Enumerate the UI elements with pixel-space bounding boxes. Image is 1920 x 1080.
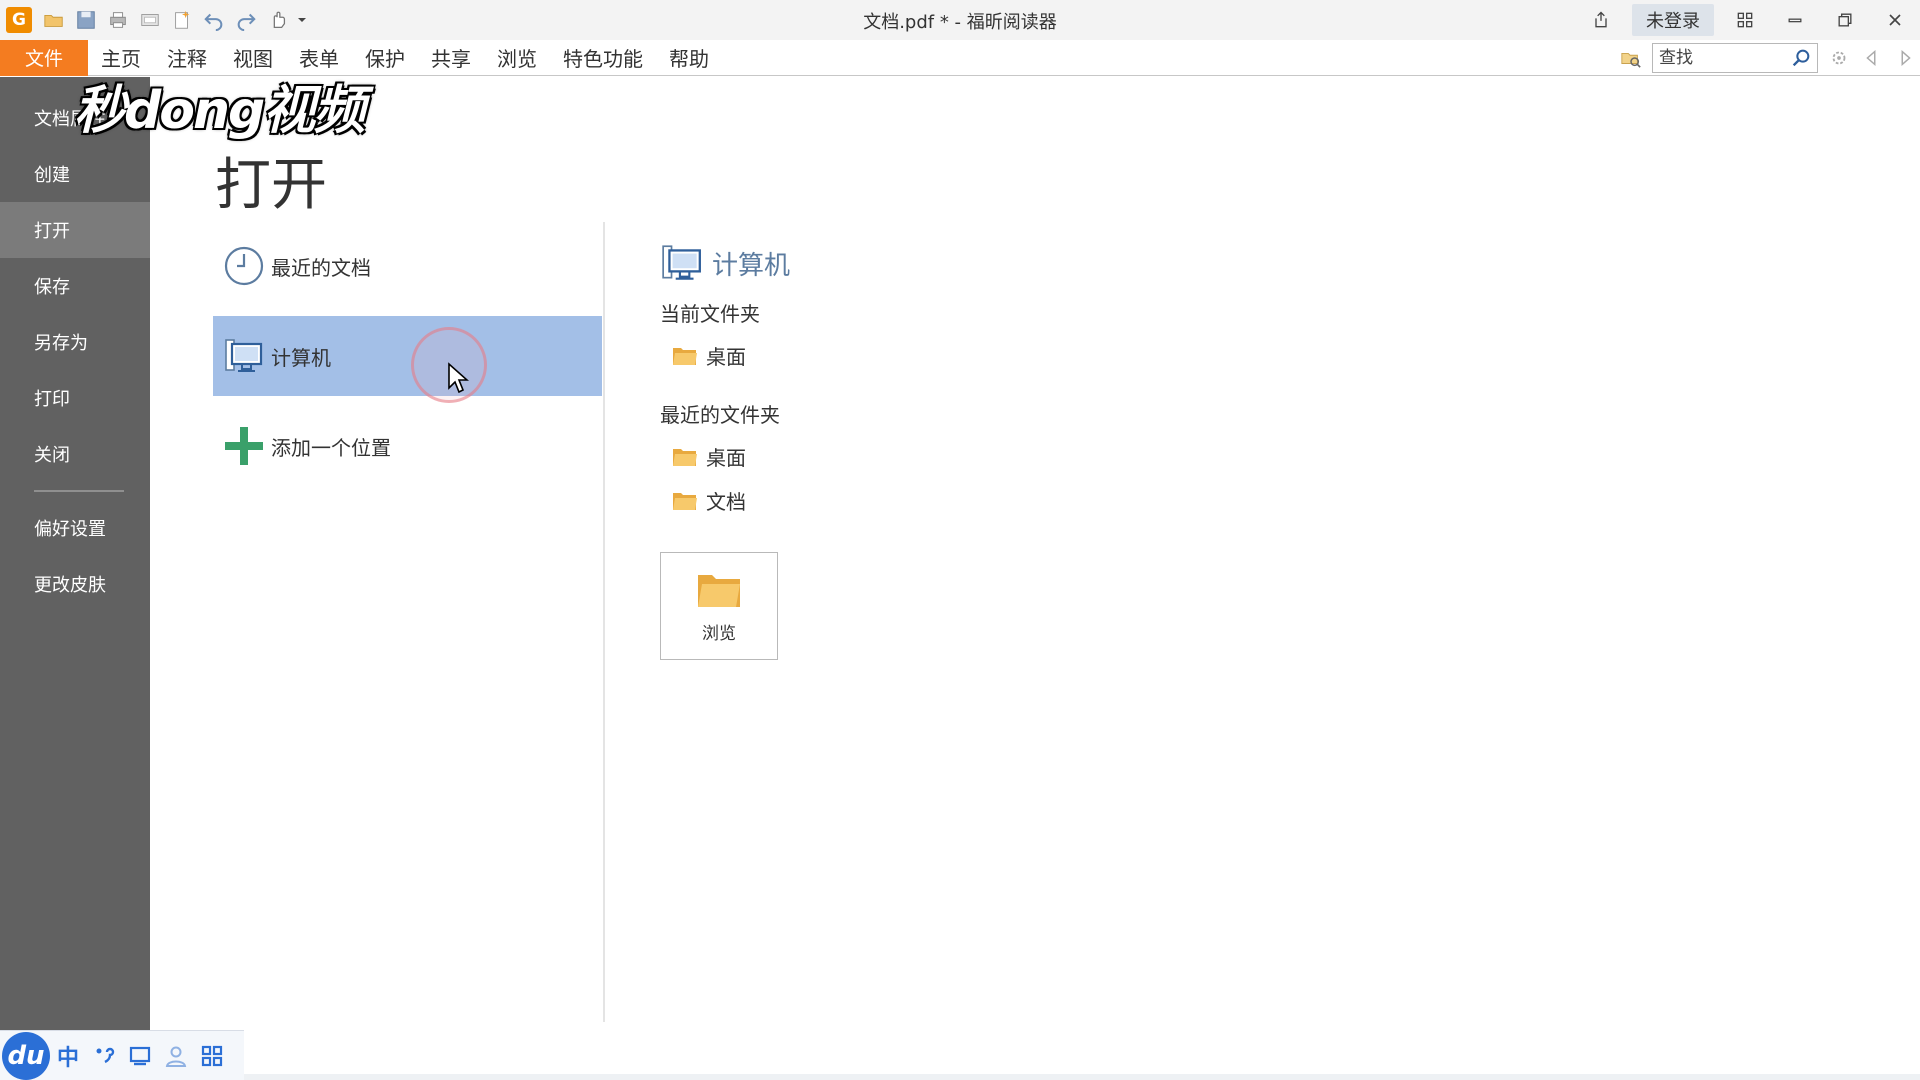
open-places-list: 最近的文档 计算机 添加一个位置 bbox=[213, 226, 602, 496]
browse-label: 浏览 bbox=[702, 623, 736, 644]
current-folder-desktop[interactable]: 桌面 bbox=[660, 333, 1260, 377]
title-bar: G 文档.pdf * - 福昕阅读器 未登录 bbox=[0, 0, 1920, 40]
sidebar-item-print[interactable]: 打印 bbox=[0, 370, 150, 426]
find-folder-icon[interactable] bbox=[1616, 40, 1646, 76]
place-recent-documents[interactable]: 最近的文档 bbox=[213, 226, 602, 306]
place-add-location[interactable]: 添加一个位置 bbox=[213, 406, 602, 486]
undo-icon[interactable] bbox=[198, 4, 230, 36]
previous-result-icon[interactable] bbox=[1854, 40, 1890, 76]
login-button[interactable]: 未登录 bbox=[1632, 4, 1714, 36]
save-icon[interactable] bbox=[70, 4, 102, 36]
place-computer[interactable]: 计算机 bbox=[213, 316, 602, 396]
hand-tool-icon[interactable] bbox=[262, 4, 294, 36]
sidebar-item-create[interactable]: 创建 bbox=[0, 146, 150, 202]
menu-home[interactable]: 主页 bbox=[88, 40, 154, 76]
menu-form[interactable]: 表单 bbox=[286, 40, 352, 76]
redo-icon[interactable] bbox=[230, 4, 262, 36]
panel-divider bbox=[603, 222, 605, 1022]
detail-heading: 计算机 bbox=[660, 238, 1260, 288]
quick-access-toolbar: G bbox=[0, 0, 310, 40]
place-label: 添加一个位置 bbox=[271, 435, 391, 460]
minimize-icon[interactable] bbox=[1770, 0, 1820, 40]
bottom-scrollbar[interactable] bbox=[244, 1074, 1920, 1080]
sidebar-item-close[interactable]: 关闭 bbox=[0, 426, 150, 482]
next-result-icon[interactable] bbox=[1890, 40, 1920, 76]
ime-mode-toggle[interactable]: 中 bbox=[50, 1036, 86, 1076]
folder-icon bbox=[698, 574, 740, 607]
print-icon[interactable] bbox=[102, 4, 134, 36]
share-icon[interactable] bbox=[1576, 0, 1626, 40]
menu-browse[interactable]: 浏览 bbox=[484, 40, 550, 76]
ime-user-icon[interactable] bbox=[158, 1036, 194, 1076]
customize-toolbar-chevron-icon[interactable] bbox=[294, 4, 310, 36]
recent-folder-label: 最近的文件夹 bbox=[660, 403, 780, 427]
search-box bbox=[1652, 43, 1818, 73]
menu-share[interactable]: 共享 bbox=[418, 40, 484, 76]
folder-icon bbox=[673, 449, 697, 466]
window-controls: 未登录 bbox=[1576, 0, 1920, 40]
menu-features[interactable]: 特色功能 bbox=[550, 40, 656, 76]
mouse-cursor-icon bbox=[448, 362, 469, 394]
ime-toolbar: du 中 bbox=[0, 1030, 244, 1080]
sidebar-item-preferences[interactable]: 偏好设置 bbox=[0, 500, 150, 556]
browse-button[interactable]: 浏览 bbox=[660, 552, 778, 660]
recent-folder-documents[interactable]: 文档 bbox=[660, 478, 1260, 522]
new-document-icon[interactable] bbox=[166, 4, 198, 36]
file-backstage-sidebar: 文档属性 创建 打开 保存 另存为 打印 关闭 偏好设置 更改皮肤 bbox=[0, 77, 150, 1080]
folder-label: 文档 bbox=[706, 489, 746, 514]
ime-menu-grid-icon[interactable] bbox=[194, 1036, 230, 1076]
search-icon[interactable] bbox=[1787, 44, 1815, 72]
menu-right-tools bbox=[1616, 40, 1920, 76]
current-folder-label: 当前文件夹 bbox=[660, 302, 760, 326]
ime-keyboard-icon[interactable] bbox=[122, 1036, 158, 1076]
computer-icon bbox=[223, 335, 265, 377]
scan-icon[interactable] bbox=[134, 4, 166, 36]
restore-icon[interactable] bbox=[1820, 0, 1870, 40]
open-folder-icon[interactable] bbox=[38, 4, 70, 36]
menu-comment[interactable]: 注释 bbox=[154, 40, 220, 76]
recent-folder-desktop[interactable]: 桌面 bbox=[660, 434, 1260, 478]
sidebar-item-save-as[interactable]: 另存为 bbox=[0, 314, 150, 370]
sidebar-item-change-skin[interactable]: 更改皮肤 bbox=[0, 556, 150, 612]
menu-view[interactable]: 视图 bbox=[220, 40, 286, 76]
search-input[interactable] bbox=[1653, 44, 1787, 72]
place-label: 计算机 bbox=[271, 345, 331, 370]
clock-icon bbox=[223, 245, 265, 287]
menu-file[interactable]: 文件 bbox=[0, 39, 88, 76]
menu-bar: 文件 主页 注释 视图 表单 保护 共享 浏览 特色功能 帮助 bbox=[0, 39, 1920, 76]
layout-grid-icon[interactable] bbox=[1720, 0, 1770, 40]
close-icon[interactable] bbox=[1870, 0, 1920, 40]
computer-icon bbox=[662, 245, 701, 280]
plus-icon bbox=[223, 425, 265, 467]
computer-detail-panel: 计算机 当前文件夹 桌面 最近的文件夹 桌面 文档 浏览 bbox=[660, 238, 1260, 660]
place-label: 最近的文档 bbox=[271, 255, 371, 280]
folder-icon bbox=[673, 348, 697, 365]
ime-punctuation-icon[interactable] bbox=[86, 1036, 122, 1076]
ime-logo-icon[interactable]: du bbox=[2, 1031, 50, 1080]
menu-protect[interactable]: 保护 bbox=[352, 40, 418, 76]
sidebar-divider bbox=[34, 490, 124, 492]
folder-label: 桌面 bbox=[706, 344, 746, 369]
folder-label: 桌面 bbox=[706, 445, 746, 470]
sidebar-item-document-properties[interactable]: 文档属性 bbox=[0, 90, 150, 146]
sidebar-item-save[interactable]: 保存 bbox=[0, 258, 150, 314]
folder-icon bbox=[673, 493, 697, 510]
detail-heading-text: 计算机 bbox=[712, 250, 791, 281]
app-logo-icon[interactable]: G bbox=[6, 7, 32, 33]
menu-help[interactable]: 帮助 bbox=[656, 40, 722, 76]
page-title: 打开 bbox=[215, 153, 327, 218]
sidebar-item-open[interactable]: 打开 bbox=[0, 202, 150, 258]
search-settings-gear-icon[interactable] bbox=[1824, 40, 1854, 76]
